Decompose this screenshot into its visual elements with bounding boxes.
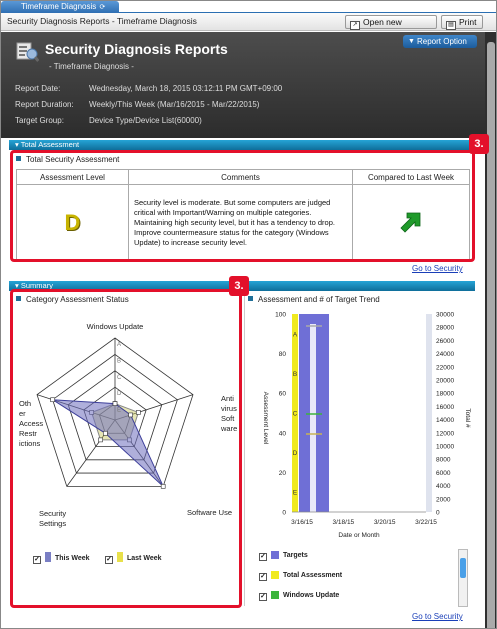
print-icon: ▤ (446, 21, 456, 30)
tab-timeframe-diagnosis[interactable]: Timeframe Diagnosis ⟳ (1, 1, 119, 13)
report-option-label: Report Option (417, 37, 467, 46)
legend-scrollbar-thumb[interactable] (460, 558, 466, 578)
total-assessment-section-label: Total Assessment (20, 140, 80, 149)
y2-tick-label: 10000 (436, 444, 454, 451)
y2-tick-label: 4000 (436, 483, 451, 490)
y2-axis-band (426, 314, 432, 512)
x-tick-label: 3/20/15 (374, 519, 396, 526)
report-logo-icon (16, 42, 39, 62)
y-tick-label: 60 (279, 391, 287, 398)
y2-tick-label: 18000 (436, 391, 454, 398)
panel-divider (244, 294, 245, 606)
title-bar: Security Diagnosis Reports - Timeframe D… (1, 13, 496, 41)
collapse-icon: ▾ (15, 140, 19, 149)
scrollbar-thumb[interactable] (487, 42, 495, 628)
go-to-security-link-bottom[interactable]: Go to Security (412, 612, 463, 621)
go-to-security-link-top[interactable]: Go to Security (412, 264, 463, 273)
bullet-square-icon (248, 296, 253, 301)
report-duration-row: Report Duration: Weekly/This Week (Mar/16… (15, 100, 259, 109)
print-button[interactable]: ▤ Print (441, 15, 483, 30)
y-tick-label: 20 (279, 470, 287, 477)
trend-title: Assessment and # of Target Trend (248, 295, 380, 304)
checkbox-total-assessment[interactable]: ✓ (259, 573, 267, 581)
report-date-row: Report Date: Wednesday, March 18, 2015 03… (15, 84, 282, 93)
legend-windows-update-label: Windows Update (283, 592, 340, 599)
target-group-value: Device Type/Device List(60000) (89, 116, 202, 125)
swatch-total-assessment (271, 571, 279, 579)
legend-scrollbar[interactable] (458, 549, 468, 607)
page-subtitle: - Timeframe Diagnosis - (49, 62, 134, 71)
new-window-icon: ↗ (350, 21, 360, 30)
trend-legend-windows-update[interactable]: ✓ Windows Update (259, 591, 339, 601)
vertical-scrollbar[interactable] (485, 32, 496, 628)
y2-tick-label: 2000 (436, 496, 451, 503)
target-group-label: Target Group: (15, 116, 64, 125)
y-tick-label: 0 (282, 510, 286, 517)
window-title: Security Diagnosis Reports - Timeframe D… (7, 16, 197, 26)
print-label: Print (459, 17, 477, 27)
swatch-windows-update (271, 591, 279, 599)
report-header: Security Diagnosis Reports - Timeframe D… (1, 32, 485, 138)
checkbox-targets[interactable]: ✓ (259, 553, 267, 561)
trend-legend: ✓ Targets ✓ Total Assessment ✓ Windows Upda… (259, 549, 454, 607)
trend-chart-body: 100 80 60 40 20 0 30000 28000 26000 24000 22000 200… (262, 312, 471, 540)
x-axis-label: Date or Month (338, 532, 380, 539)
y2-tick-label: 22000 (436, 364, 454, 371)
x-tick-label: 3/22/15 (415, 519, 437, 526)
report-option-button[interactable]: ▼ Report Option (403, 35, 477, 48)
assessment-band-label: A (293, 331, 298, 338)
swatch-targets (271, 551, 279, 559)
page-title: Security Diagnosis Reports (45, 41, 228, 57)
y2-tick-label: 24000 (436, 351, 454, 358)
report-duration-label: Report Duration: (15, 100, 74, 109)
y2-tick-label: 28000 (436, 325, 454, 332)
highlight-box-category (10, 289, 242, 608)
y-tick-label: 40 (279, 430, 287, 437)
trend-title-label: Assessment and # of Target Trend (258, 295, 380, 304)
total-assessment-section-bar[interactable]: ▾ Total Assessment (9, 140, 475, 150)
report-date-value: Wednesday, March 18, 2015 03:12:11 PM GM… (89, 84, 283, 93)
trend-chart: 100 80 60 40 20 0 30000 28000 26000 24000 22000 200… (262, 312, 471, 540)
assessment-band-label: E (293, 490, 298, 497)
callout-badge-total: 3. (469, 134, 489, 154)
y2-tick-label: 26000 (436, 338, 454, 345)
y-axis-label: Assessment Level (262, 392, 269, 445)
y2-axis-label: Total # (464, 408, 471, 428)
assessment-band-label: C (293, 411, 298, 418)
report-date-label: Report Date: (15, 84, 61, 93)
callout-badge-summary: 3. (229, 276, 249, 296)
trend-legend-targets[interactable]: ✓ Targets (259, 551, 308, 561)
checkbox-windows-update[interactable]: ✓ (259, 593, 267, 601)
bar-highlight (310, 324, 316, 512)
y2-tick-label: 16000 (436, 404, 454, 411)
x-tick-label: 3/18/15 (332, 519, 354, 526)
tab-bar: Timeframe Diagnosis ⟳ (1, 1, 496, 13)
tab-label: Timeframe Diagnosis (21, 2, 97, 11)
assessment-band-label: B (293, 371, 297, 378)
highlight-box-total (10, 150, 475, 262)
y2-tick-label: 12000 (436, 430, 454, 437)
y-tick-label: 80 (279, 351, 287, 358)
y2-tick-label: 14000 (436, 417, 454, 424)
assessment-band-label: D (293, 450, 298, 457)
y2-tick-label: 20000 (436, 378, 454, 385)
x-tick-label: 3/16/15 (291, 519, 313, 526)
y2-tick-label: 8000 (436, 457, 451, 464)
report-duration-value: Weekly/This Week (Mar/16/2015 - Mar/22/2… (89, 100, 260, 109)
y-tick-label: 100 (275, 312, 286, 319)
y2-tick-label: 6000 (436, 470, 451, 477)
report-window: Timeframe Diagnosis ⟳ Security Diagnosis… (0, 0, 497, 629)
target-group-row: Target Group: Device Type/Device List(600… (15, 116, 202, 125)
open-new-window-button[interactable]: ↗Open new window (345, 15, 437, 41)
legend-total-assessment-label: Total Assessment (283, 572, 343, 579)
y2-tick-label: 0 (436, 510, 440, 517)
trend-legend-total[interactable]: ✓ Total Assessment (259, 571, 342, 581)
triangle-down-icon: ▼ (408, 38, 415, 45)
y2-tick-label: 30000 (436, 312, 454, 319)
legend-targets-label: Targets (283, 552, 308, 559)
